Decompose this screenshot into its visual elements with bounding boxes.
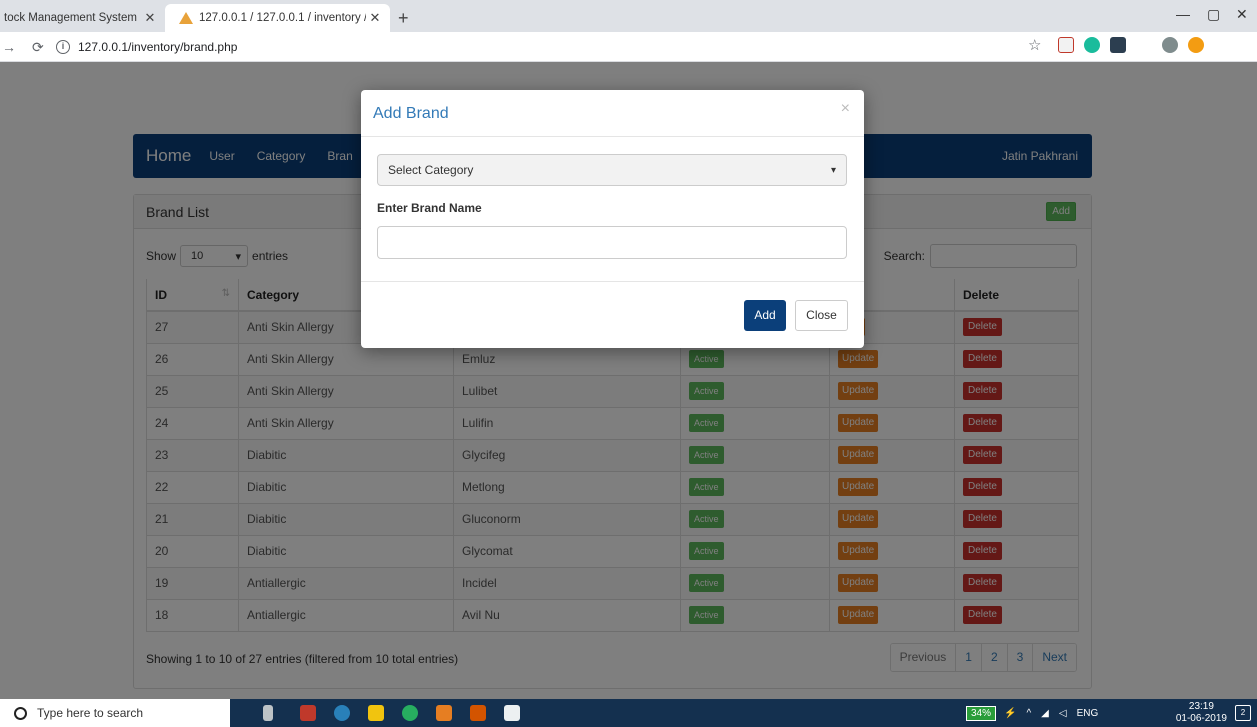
category-select-value: Select Category (388, 163, 474, 177)
browser-tab-stock[interactable]: tock Management System ✕ (0, 4, 165, 32)
mail-app-icon[interactable] (300, 705, 316, 721)
modal-body: Select Category ▾ Enter Brand Name (361, 137, 864, 282)
microphone-icon[interactable] (263, 705, 273, 721)
chevron-down-icon: ▾ (830, 164, 836, 176)
file-explorer-icon[interactable] (368, 705, 384, 721)
browser-tab-phpmyadmin[interactable]: 127.0.0.1 / 127.0.0.1 / inventory / ✕ (165, 4, 390, 32)
window-close-icon[interactable]: ✕ (1236, 6, 1248, 23)
clock-date: 01-06-2019 (1175, 713, 1227, 724)
modal-footer: Add Close (361, 282, 864, 348)
notification-center-icon[interactable]: 2 (1235, 705, 1251, 721)
grammarly-extension-icon[interactable] (1084, 37, 1100, 53)
phpmyadmin-favicon-icon (179, 12, 193, 24)
new-tab-icon[interactable]: + (398, 8, 409, 29)
profile-extension-icon[interactable] (1162, 37, 1178, 53)
modal-title: Add Brand (373, 105, 449, 122)
back-arrow-icon[interactable]: → (2, 39, 16, 55)
battery-indicator[interactable]: 34% (966, 705, 997, 721)
minimize-icon[interactable]: — (1176, 6, 1190, 22)
category-select[interactable]: Select Category ▾ (377, 154, 847, 186)
taskbar-search-placeholder: Type here to search (37, 706, 144, 720)
modal-close-button[interactable]: Close (795, 300, 848, 331)
modal-close-icon[interactable]: × (841, 100, 850, 118)
video-app-icon[interactable] (504, 705, 520, 721)
tab-title: tock Management System (4, 12, 137, 24)
info-icon[interactable]: i (56, 40, 70, 54)
close-tab-icon[interactable]: ✕ (141, 10, 159, 26)
extension-o-icon[interactable] (1188, 37, 1204, 53)
extension-badge-icon[interactable] (1110, 37, 1126, 53)
add-brand-modal: Add Brand × Select Category ▾ Enter Bran… (361, 90, 864, 348)
tab-title: 127.0.0.1 / 127.0.0.1 / inventory / (199, 12, 366, 24)
url-text: 127.0.0.1/inventory/brand.php (78, 40, 238, 54)
language-indicator[interactable]: ENG (1077, 708, 1099, 719)
modal-header: Add Brand × (361, 90, 864, 137)
chrome-icon[interactable] (402, 705, 418, 721)
windows-taskbar: Type here to search 34% ⚡ ^ ◢ ◁ ENG 23:1… (0, 699, 1257, 727)
modal-add-button[interactable]: Add (744, 300, 786, 331)
edge-icon[interactable] (334, 705, 350, 721)
taskbar-search[interactable]: Type here to search (0, 699, 230, 727)
sublime-icon[interactable] (436, 705, 452, 721)
plug-icon: ⚡ (1004, 707, 1017, 719)
tray-expand-icon[interactable]: ^ (1026, 708, 1031, 719)
cortana-icon (14, 706, 27, 720)
pdf-extension-icon[interactable] (1058, 37, 1074, 53)
brand-name-input[interactable] (377, 226, 847, 259)
taskbar-clock[interactable]: 23:19 01-06-2019 (1176, 701, 1227, 725)
browser-tab-strip: tock Management System ✕ 127.0.0.1 / 127… (0, 0, 1257, 32)
clock-time: 23:19 (1188, 701, 1214, 712)
brand-name-label: Enter Brand Name (377, 201, 482, 215)
bookmark-star-icon[interactable]: ☆ (1028, 36, 1041, 54)
close-tab-icon[interactable]: ✕ (366, 10, 384, 26)
network-icon[interactable]: ◢ (1041, 708, 1049, 719)
system-tray: 34% ⚡ ^ ◢ ◁ ENG (966, 699, 1098, 727)
xampp-icon[interactable] (470, 705, 486, 721)
volume-icon[interactable]: ◁ (1059, 708, 1067, 719)
reload-icon[interactable]: ⟳ (32, 39, 44, 56)
maximize-icon[interactable]: ▢ (1207, 6, 1220, 23)
